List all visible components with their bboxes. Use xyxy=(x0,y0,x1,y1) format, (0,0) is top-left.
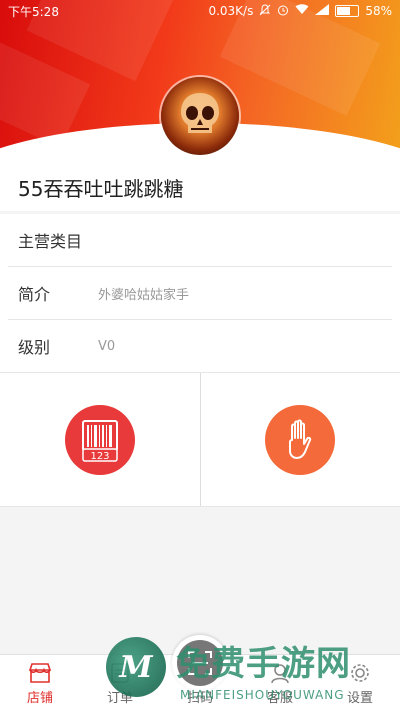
tab-service[interactable]: 客服 xyxy=(240,655,320,711)
shop-info-list: 主营类目 简介 外婆哈姑姑家手 级别 V0 xyxy=(0,214,400,372)
info-value: 外婆哈姑姑家手 xyxy=(98,287,190,303)
barcode-icon: 123 xyxy=(64,404,135,475)
settings-icon xyxy=(348,662,372,684)
battery-percent: 58% xyxy=(365,4,392,18)
scan-icon xyxy=(177,640,223,686)
hand-stop-icon xyxy=(265,404,336,475)
hand-action-button[interactable] xyxy=(199,373,400,506)
bottom-tab-bar: 店铺 订单 扫码 客服 设置 xyxy=(0,635,400,711)
quick-actions: 123 xyxy=(0,372,400,507)
shop-avatar[interactable] xyxy=(161,77,239,155)
tab-label: 店铺 xyxy=(26,691,53,706)
tab-orders[interactable]: 订单 xyxy=(80,655,160,711)
info-label: 简介 xyxy=(18,285,51,304)
info-row-level[interactable]: 级别 V0 xyxy=(8,320,392,372)
tab-settings[interactable]: 设置 xyxy=(320,655,400,711)
mute-icon xyxy=(259,3,271,19)
barcode-badge: 123 xyxy=(90,451,109,462)
signal-icon xyxy=(315,4,330,18)
tab-store[interactable]: 店铺 xyxy=(0,655,80,711)
shop-name: 55吞吞吐吐跳跳糖 xyxy=(18,177,184,201)
wifi-icon xyxy=(295,4,309,18)
scan-fab-button[interactable] xyxy=(172,635,228,691)
info-value: V0 xyxy=(98,338,116,354)
shop-title-section: 55吞吞吐吐跳跳糖 xyxy=(0,155,400,211)
tab-label: 订单 xyxy=(106,691,133,706)
info-label: 级别 xyxy=(18,338,51,357)
battery-icon xyxy=(335,5,360,17)
alarm-icon xyxy=(277,4,289,19)
store-icon xyxy=(28,662,52,684)
tab-scan[interactable]: 扫码 xyxy=(160,635,240,711)
barcode-action-button[interactable]: 123 xyxy=(0,373,200,506)
status-time: 下午5:28 xyxy=(8,4,59,19)
service-icon xyxy=(268,662,292,684)
info-row-intro[interactable]: 简介 外婆哈姑姑家手 xyxy=(8,267,392,320)
order-icon xyxy=(108,662,132,684)
info-row-category[interactable]: 主营类目 xyxy=(8,214,392,267)
skull-icon xyxy=(181,93,219,133)
info-label: 主营类目 xyxy=(18,232,83,251)
status-bar: 下午5:28 0.03K/s 58% xyxy=(0,0,400,22)
tab-label: 客服 xyxy=(266,691,293,706)
network-speed: 0.03K/s xyxy=(208,4,254,18)
tab-label: 设置 xyxy=(346,691,373,706)
